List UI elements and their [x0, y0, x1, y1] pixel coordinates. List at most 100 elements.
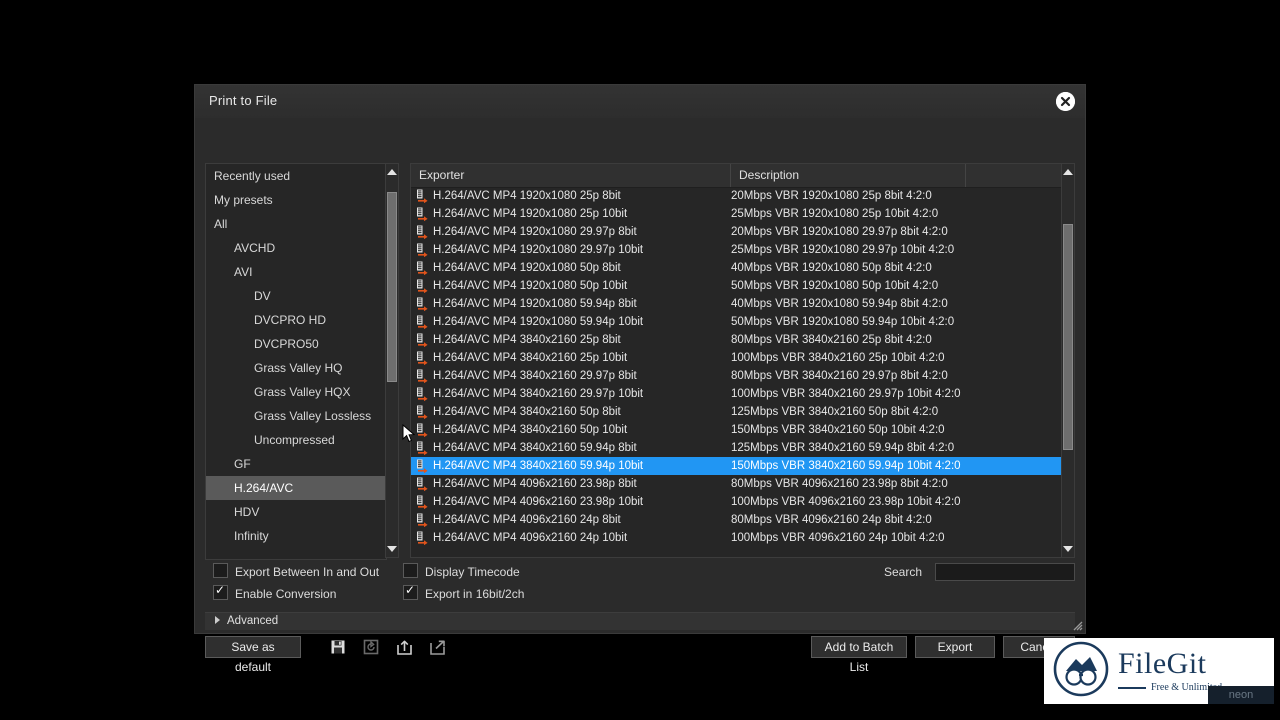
checkbox-enable-conversion[interactable]: Enable Conversion [213, 583, 336, 601]
tree-item[interactable]: Recently used [206, 164, 386, 188]
checkbox-box[interactable] [213, 563, 228, 578]
checkbox-display-timecode[interactable]: Display Timecode [403, 563, 520, 579]
tree-item[interactable]: Grass Valley HQ [206, 356, 386, 380]
row-exporter-name: H.264/AVC MP4 1920x1080 29.97p 10bit [433, 244, 644, 256]
scroll-up-arrow-icon[interactable] [386, 164, 398, 180]
table-row[interactable]: H.264/AVC MP4 3840x2160 25p 10bit 100Mbps… [411, 349, 1074, 367]
list-header: Exporter Description [411, 164, 1074, 188]
tree-item[interactable]: My presets [206, 188, 386, 212]
film-strip-export-icon [415, 243, 429, 258]
list-scroll-thumb[interactable] [1063, 224, 1073, 450]
row-description: 25Mbps VBR 1920x1080 29.97p 10bit 4:2:0 [731, 244, 955, 256]
table-row[interactable]: H.264/AVC MP4 3840x2160 50p 10bit 150Mbps… [411, 421, 1074, 439]
film-strip-export-icon [415, 441, 429, 456]
scroll-down-arrow-icon[interactable] [1062, 541, 1074, 557]
advanced-section-toggle[interactable]: Advanced [205, 612, 1075, 630]
tree-scroll-thumb[interactable] [387, 192, 397, 382]
table-row[interactable]: H.264/AVC MP4 4096x2160 24p 8bit 80Mbps V… [411, 511, 1074, 529]
export-preset-icon[interactable] [426, 636, 448, 658]
table-row[interactable]: H.264/AVC MP4 3840x2160 59.94p 10bit 150M… [411, 457, 1074, 475]
tree-scrollbar[interactable] [385, 163, 399, 558]
row-description: 50Mbps VBR 1920x1080 59.94p 10bit 4:2:0 [731, 316, 955, 328]
export-button[interactable]: Export [915, 636, 995, 658]
tree-item[interactable]: AVI [206, 260, 386, 284]
row-description: 100Mbps VBR 4096x2160 24p 10bit 4:2:0 [731, 532, 945, 544]
tree-item[interactable]: Uncompressed [206, 428, 386, 452]
table-row[interactable]: H.264/AVC MP4 3840x2160 29.97p 10bit 100M… [411, 385, 1074, 403]
search-label: Search [883, 565, 922, 579]
dialog-footer: Save as default Add to Batch List Export… [205, 636, 1075, 674]
table-row[interactable]: H.264/AVC MP4 3840x2160 29.97p 8bit 80Mbp… [411, 367, 1074, 385]
table-row[interactable]: H.264/AVC MP4 1920x1080 25p 10bit 25Mbps … [411, 205, 1074, 223]
print-to-file-dialog: Print to File Recently used My presets All… [195, 85, 1085, 674]
row-exporter-name: H.264/AVC MP4 3840x2160 29.97p 10bit [433, 388, 644, 400]
reset-preset-icon[interactable] [360, 636, 382, 658]
table-row[interactable]: H.264/AVC MP4 4096x2160 23.98p 8bit 80Mbp… [411, 475, 1074, 493]
table-row[interactable]: H.264/AVC MP4 1920x1080 25p 8bit 20Mbps V… [411, 187, 1074, 205]
tree-item[interactable]: H.264/AVC [206, 476, 386, 500]
checkbox-export-in-16bit-2ch[interactable]: Export in 16bit/2ch [403, 583, 524, 601]
table-row[interactable]: H.264/AVC MP4 1920x1080 50p 8bit 40Mbps V… [411, 259, 1074, 277]
tree-item[interactable]: DVCPRO HD [206, 308, 386, 332]
tree-item[interactable]: AVCHD [206, 236, 386, 260]
list-scrollbar[interactable] [1061, 163, 1075, 558]
row-exporter-name: H.264/AVC MP4 3840x2160 25p 8bit [433, 334, 621, 346]
tree-item[interactable]: All [206, 212, 386, 236]
table-row[interactable]: H.264/AVC MP4 3840x2160 50p 8bit 125Mbps … [411, 403, 1074, 421]
column-header-description[interactable]: Description [731, 164, 966, 187]
row-description: 125Mbps VBR 3840x2160 50p 8bit 4:2:0 [731, 406, 939, 418]
film-strip-export-icon [415, 531, 429, 546]
tree-item[interactable]: DV [206, 284, 386, 308]
table-row[interactable]: H.264/AVC MP4 1920x1080 29.97p 10bit 25Mb… [411, 241, 1074, 259]
table-row[interactable]: H.264/AVC MP4 4096x2160 23.98p 10bit 100M… [411, 493, 1074, 511]
row-description: 50Mbps VBR 1920x1080 50p 10bit 4:2:0 [731, 280, 939, 292]
checkbox-box[interactable] [213, 583, 228, 600]
row-exporter-name: H.264/AVC MP4 1920x1080 50p 10bit [433, 280, 628, 292]
checkbox-export-between-in-and-out[interactable]: Export Between In and Out [213, 563, 379, 579]
tree-item[interactable]: DVCPRO50 [206, 332, 386, 356]
row-exporter-name: H.264/AVC MP4 1920x1080 50p 8bit [433, 262, 621, 274]
exporter-list[interactable]: Exporter Description H.264/AVC MP4 1920x… [410, 163, 1075, 558]
panels: Recently used My presets All AVCHD AVI DV DVCP… [205, 163, 1075, 560]
checkbox-label: Display Timecode [425, 565, 520, 579]
dialog-body: Recently used My presets All AVCHD AVI DV DVCP… [195, 118, 1085, 674]
row-exporter-name: H.264/AVC MP4 4096x2160 23.98p 8bit [433, 478, 637, 490]
tree-item[interactable]: GF [206, 452, 386, 476]
film-strip-export-icon [415, 351, 429, 366]
table-row[interactable]: H.264/AVC MP4 1920x1080 50p 10bit 50Mbps … [411, 277, 1074, 295]
row-exporter-name: H.264/AVC MP4 4096x2160 24p 8bit [433, 514, 621, 526]
resize-grip[interactable] [1069, 617, 1083, 631]
save-as-default-button[interactable]: Save as default [205, 636, 301, 674]
table-row[interactable]: H.264/AVC MP4 1920x1080 59.94p 8bit 40Mbp… [411, 295, 1074, 313]
scroll-up-arrow-icon[interactable] [1062, 164, 1074, 180]
checkbox-box[interactable] [403, 563, 418, 578]
preset-tree[interactable]: Recently used My presets All AVCHD AVI DV DVCP… [205, 163, 387, 560]
table-row[interactable]: H.264/AVC MP4 1920x1080 29.97p 8bit 20Mbp… [411, 223, 1074, 241]
table-row[interactable]: H.264/AVC MP4 1920x1080 59.94p 10bit 50Mb… [411, 313, 1074, 331]
row-exporter-name: H.264/AVC MP4 4096x2160 23.98p 10bit [433, 496, 644, 508]
film-strip-export-icon [415, 261, 429, 276]
tree-item[interactable]: HDV [206, 500, 386, 524]
import-preset-icon[interactable] [393, 636, 415, 658]
search-input[interactable] [935, 563, 1075, 581]
tree-item[interactable]: Grass Valley HQX [206, 380, 386, 404]
column-header-extra[interactable] [966, 164, 1074, 187]
tree-item[interactable]: Grass Valley Lossless [206, 404, 386, 428]
checkbox-box[interactable] [403, 583, 418, 600]
column-header-exporter[interactable]: Exporter [411, 164, 731, 187]
dialog-titlebar: Print to File [195, 85, 1085, 119]
tree-item[interactable]: Infinity [206, 524, 386, 548]
close-icon[interactable] [1056, 92, 1075, 111]
row-description: 20Mbps VBR 1920x1080 29.97p 8bit 4:2:0 [731, 226, 948, 238]
row-description: 100Mbps VBR 3840x2160 29.97p 10bit 4:2:0 [731, 388, 961, 400]
film-strip-export-icon [415, 297, 429, 312]
dialog-title: Print to File [209, 93, 278, 108]
table-row[interactable]: H.264/AVC MP4 3840x2160 59.94p 8bit 125Mb… [411, 439, 1074, 457]
scroll-down-arrow-icon[interactable] [386, 541, 398, 557]
add-to-batch-list-button[interactable]: Add to Batch List [811, 636, 907, 674]
row-exporter-name: H.264/AVC MP4 1920x1080 25p 8bit [433, 190, 621, 202]
save-preset-icon[interactable] [327, 636, 349, 658]
table-row[interactable]: H.264/AVC MP4 4096x2160 24p 10bit 100Mbps… [411, 529, 1074, 547]
table-row[interactable]: H.264/AVC MP4 3840x2160 25p 8bit 80Mbps V… [411, 331, 1074, 349]
filegit-logo-icon [1052, 640, 1110, 703]
